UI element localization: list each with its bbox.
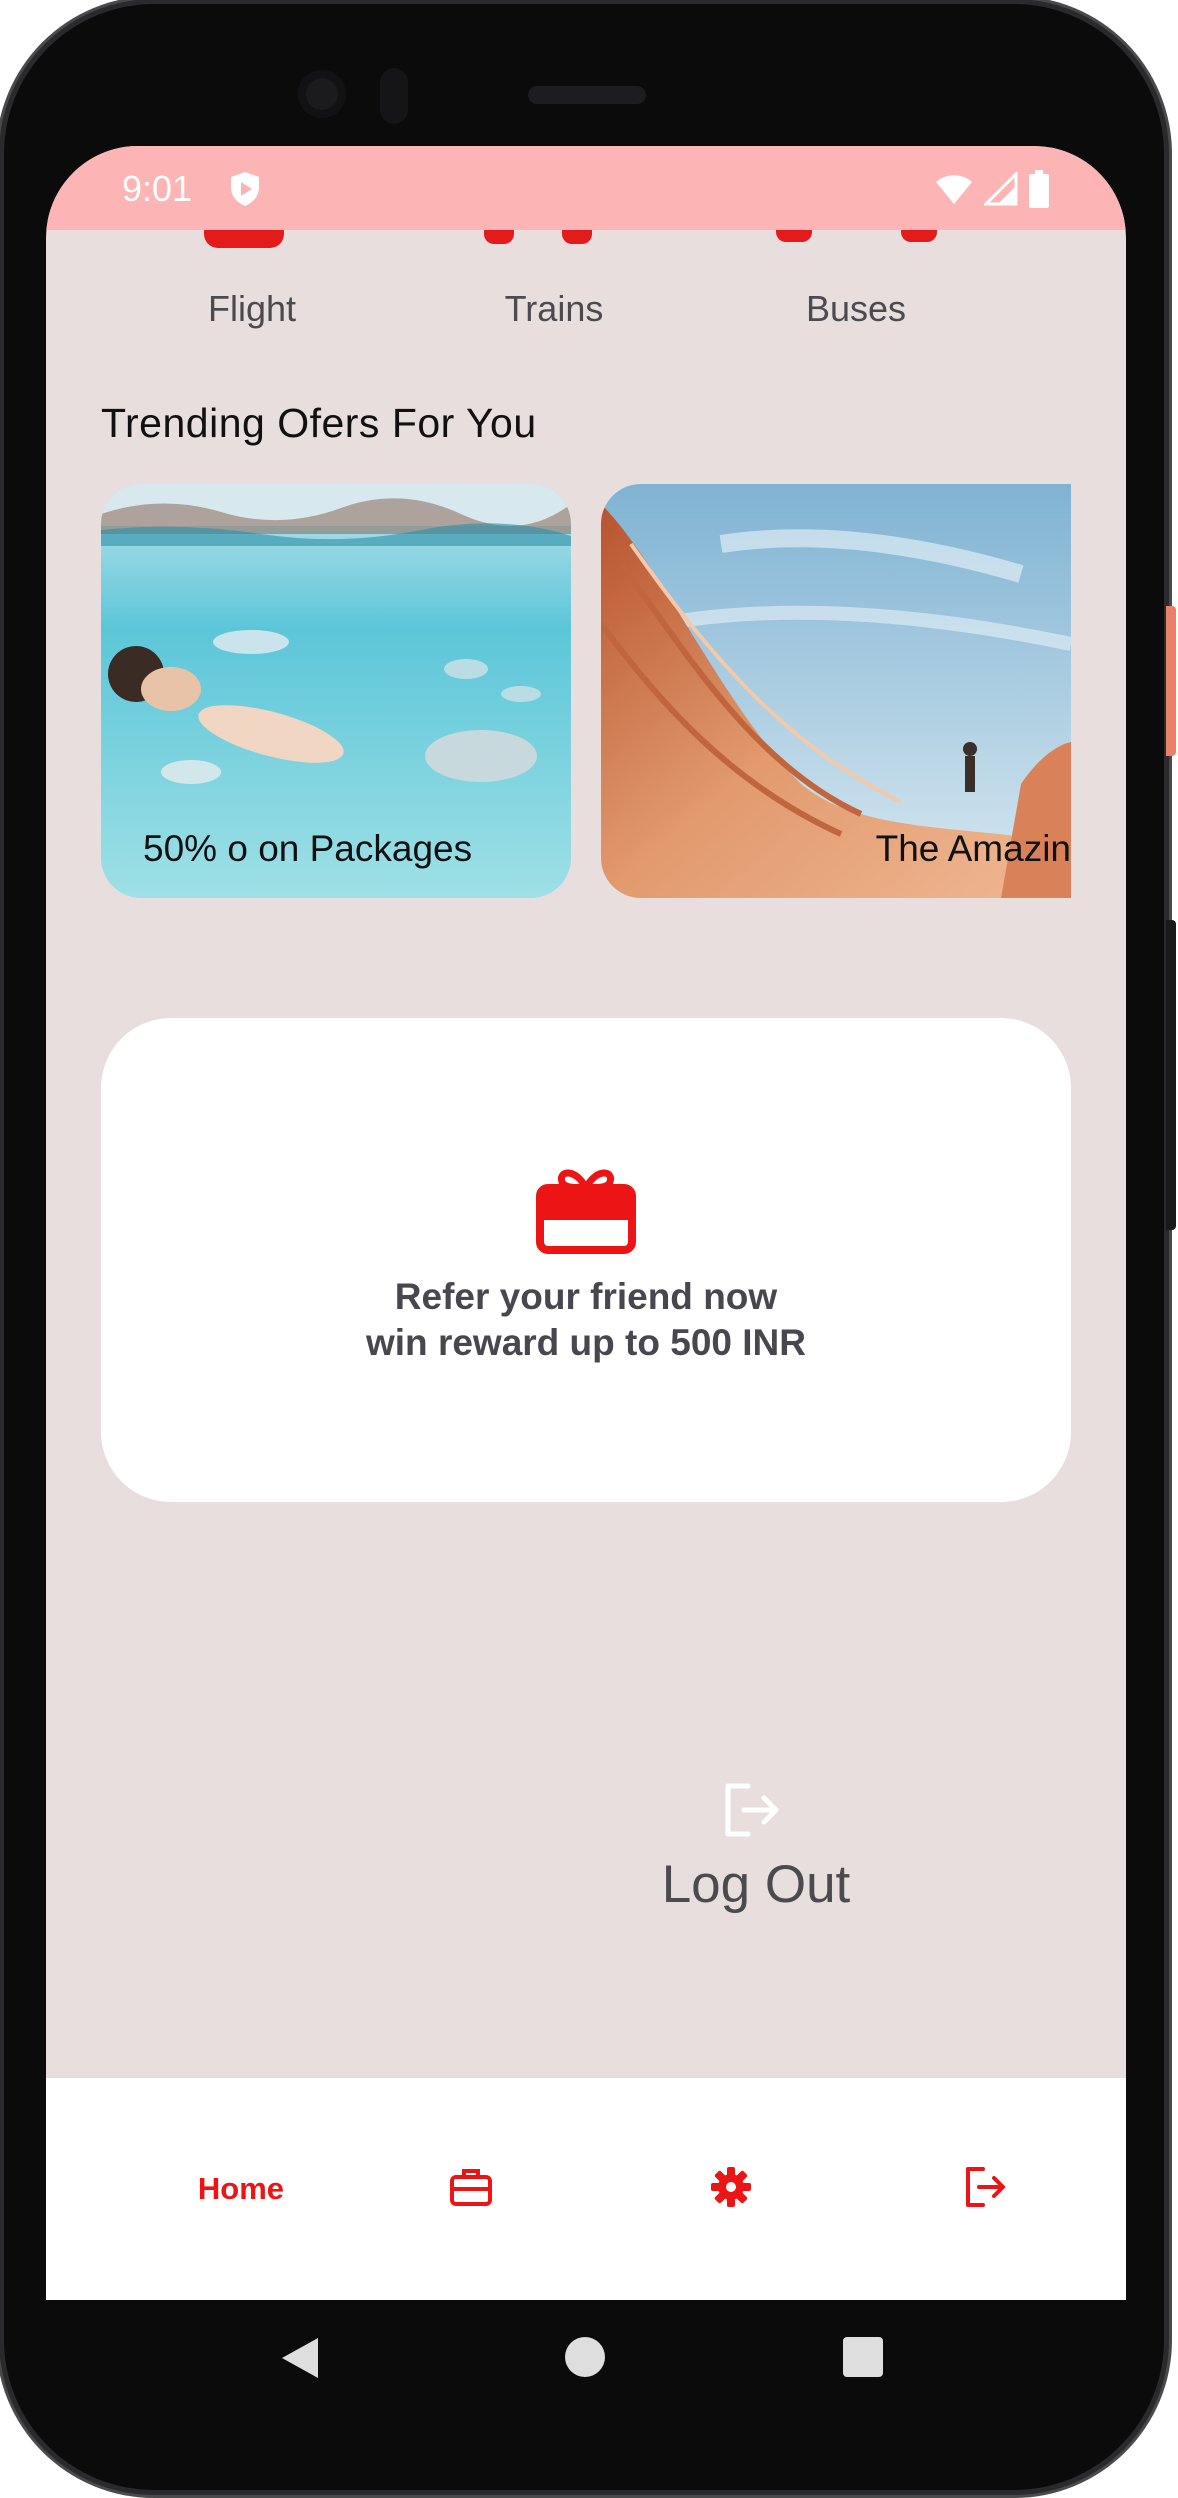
logout-button[interactable]: Log Out	[646, 1854, 866, 1915]
train-icon[interactable]	[484, 230, 514, 244]
home-icon[interactable]	[564, 2336, 606, 2383]
back-icon[interactable]	[280, 2336, 320, 2385]
earpiece-speaker	[528, 86, 646, 104]
front-camera	[298, 70, 346, 118]
status-icons	[934, 170, 1050, 213]
status-bar: 9:01	[46, 146, 1126, 230]
battery-icon	[1028, 170, 1050, 213]
briefcase-icon	[449, 2167, 493, 2212]
gift-icon	[536, 1166, 636, 1259]
offer-card-amazing[interactable]: The Amazin	[601, 484, 1071, 898]
nav-settings[interactable]	[676, 2078, 786, 2300]
volume-button	[1166, 920, 1176, 1230]
nav-home-label: Home	[197, 2171, 285, 2206]
flight-icon[interactable]	[204, 230, 284, 248]
app-screen: 9:01 Flight Trains Buses Trending Ofers …	[46, 146, 1126, 2418]
refer-text: Refer your friend now win reward up to 5…	[101, 1274, 1071, 1366]
power-button	[1166, 606, 1176, 756]
refer-line-1: Refer your friend now	[394, 1276, 778, 1317]
offer-card-packages[interactable]: 50% o on Packages	[101, 484, 571, 898]
transport-label-buses[interactable]: Buses	[746, 288, 966, 330]
section-title: Trending Ofers For You	[101, 400, 537, 446]
nav-bookings[interactable]	[416, 2078, 526, 2300]
signal-icon	[982, 170, 1018, 211]
system-nav-bar	[46, 2300, 1126, 2418]
sensor	[380, 68, 408, 124]
bottom-nav: Home	[46, 2078, 1126, 2300]
logout-icon	[963, 2166, 1007, 2213]
transport-label-flight[interactable]: Flight	[142, 288, 362, 330]
wifi-icon	[934, 172, 974, 211]
bus-icon-part	[901, 230, 937, 242]
recents-icon[interactable]	[842, 2336, 884, 2383]
gear-icon	[710, 2166, 752, 2213]
offer-caption: 50% o on Packages	[143, 828, 473, 869]
refer-card[interactable]: Refer your friend now win reward up to 5…	[101, 1018, 1071, 1502]
bus-icon[interactable]	[776, 230, 812, 242]
nav-logout[interactable]	[930, 2078, 1040, 2300]
logout-icon[interactable]	[722, 1782, 782, 1843]
offers-carousel[interactable]: 50% o on Packages The Amazin	[101, 484, 1071, 898]
shield-icon	[228, 170, 262, 213]
train-icon-part	[562, 230, 592, 244]
transport-label-trains[interactable]: Trains	[444, 288, 664, 330]
status-time: 9:01	[122, 168, 193, 209]
refer-line-2: win reward up to 500 INR	[366, 1322, 806, 1363]
nav-home[interactable]: Home	[166, 2078, 316, 2300]
offer-caption: The Amazin	[875, 828, 1071, 869]
